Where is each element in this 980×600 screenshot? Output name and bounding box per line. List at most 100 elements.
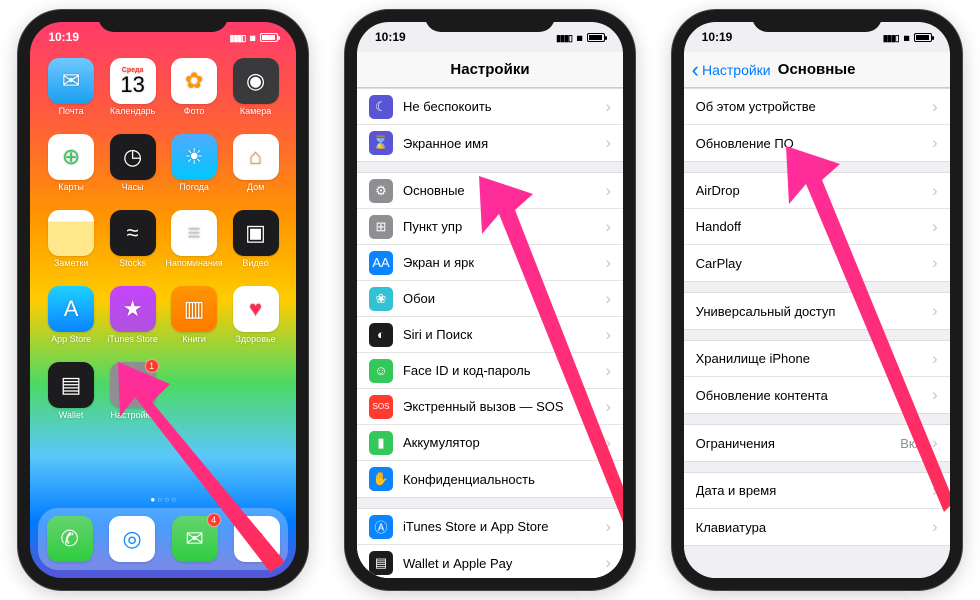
settings-row[interactable]: SOSЭкстренный вызов — SOS›: [357, 389, 623, 425]
chevron-right-icon: ›: [932, 133, 938, 153]
settings-row[interactable]: Обновление ПО›: [684, 125, 950, 161]
signal-icon: [230, 30, 246, 44]
row-icon: ⚙: [369, 179, 393, 203]
settings-row[interactable]: Handoff›: [684, 209, 950, 245]
chevron-right-icon: ›: [932, 97, 938, 117]
row-label: Не беспокоить: [403, 99, 605, 114]
notch: [425, 10, 555, 32]
app-дом[interactable]: ⌂ Дом: [225, 134, 287, 206]
chevron-right-icon: ›: [932, 433, 938, 453]
app-часы[interactable]: ◷Часы: [102, 134, 164, 206]
settings-row[interactable]: Дата и время›: [684, 473, 950, 509]
dock-app-music[interactable]: ♫: [234, 516, 280, 562]
app-wallet[interactable]: ▤ Wallet: [40, 362, 102, 434]
row-label: Экстренный вызов — SOS: [403, 399, 605, 414]
settings-list: ☾ Не беспокоить › ⌛Экранное имя› ⚙Основные›⊞…: [357, 88, 623, 578]
settings-row[interactable]: AirDrop›: [684, 173, 950, 209]
nav-header: Настройки Основные: [684, 52, 950, 88]
back-button[interactable]: Настройки: [692, 62, 771, 78]
app-видео[interactable]: ▣Видео: [225, 210, 287, 282]
phone-1: 10:19 ✉ПочтаСреда13Календарь✿Фото◉Камера…: [18, 10, 308, 590]
app-icon: ▤: [48, 362, 94, 408]
status-icons: [230, 30, 279, 44]
settings-row[interactable]: Универсальный доступ›: [684, 293, 950, 329]
status-icons: [883, 30, 932, 44]
app-фото[interactable]: ✿Фото: [163, 58, 225, 130]
app-label: Часы: [122, 182, 144, 192]
app-заметки[interactable]: Заметки: [40, 210, 102, 282]
row-label: Клавиатура: [696, 520, 932, 535]
app-label: Заметки: [54, 258, 88, 268]
app-календарь[interactable]: Среда13Календарь: [102, 58, 164, 130]
app-книги[interactable]: ▥Книги: [163, 286, 225, 358]
app-погода[interactable]: ☀Погода: [163, 134, 225, 206]
app-itunes store[interactable]: ★iTunes Store: [102, 286, 164, 358]
chevron-right-icon: ›: [932, 481, 938, 501]
row-icon: SOS: [369, 395, 393, 419]
chevron-right-icon: ›: [932, 217, 938, 237]
settings-row[interactable]: ◐Siri и Поиск›: [357, 317, 623, 353]
chevron-right-icon: ›: [605, 553, 611, 573]
app-настройки[interactable]: ⚙1Настройки: [102, 362, 164, 434]
row-label: CarPlay: [696, 256, 932, 271]
badge: 1: [145, 359, 159, 373]
settings-row[interactable]: ⊞Пункт упр›: [357, 209, 623, 245]
chevron-right-icon: ›: [932, 517, 938, 537]
settings-row[interactable]: ⚙Основные›: [357, 173, 623, 209]
dock-app-safari[interactable]: ◎: [109, 516, 155, 562]
row-icon: ▤: [369, 551, 393, 575]
row-value: Вкл.: [900, 436, 926, 451]
settings-row[interactable]: Хранилище iPhone›: [684, 341, 950, 377]
app-label: App Store: [51, 334, 91, 344]
chevron-right-icon: ›: [605, 253, 611, 273]
app-label: Камера: [240, 106, 271, 116]
app-карты[interactable]: ⊕Карты: [40, 134, 102, 206]
row-label: Обновление ПО: [696, 136, 932, 151]
chevron-right-icon: ›: [605, 181, 611, 201]
settings-row[interactable]: Клавиатура›: [684, 509, 950, 545]
app-stocks[interactable]: ≈Stocks: [102, 210, 164, 282]
row-label: AirDrop: [696, 183, 932, 198]
app-здоровье[interactable]: ♥Здоровье: [225, 286, 287, 358]
row-icon: AA: [369, 251, 393, 275]
row-label: Дата и время: [696, 483, 932, 498]
row-label: Обновление контента: [696, 388, 932, 403]
settings-row[interactable]: ▤Wallet и Apple Pay›: [357, 545, 623, 578]
settings-row[interactable]: Об этом устройстве›: [684, 89, 950, 125]
settings-row[interactable]: ▮Аккумулятор›: [357, 425, 623, 461]
app-label: Дом: [247, 182, 264, 192]
row-icon: ☾: [369, 95, 393, 119]
app-label: Погода: [179, 182, 209, 192]
app-icon: ≈: [110, 210, 156, 256]
settings-row[interactable]: ⌛Экранное имя›: [357, 125, 623, 161]
status-icons: [556, 30, 605, 44]
app-icon: ◉: [233, 58, 279, 104]
settings-row[interactable]: ❀Обои›: [357, 281, 623, 317]
chevron-right-icon: ›: [605, 289, 611, 309]
row-icon: ✋: [369, 467, 393, 491]
app-app store[interactable]: AApp Store: [40, 286, 102, 358]
settings-row[interactable]: ✋Конфиденциальность›: [357, 461, 623, 497]
app-камера[interactable]: ◉ Камера: [225, 58, 287, 130]
app-напоминания[interactable]: ≡Напоминания: [163, 210, 225, 282]
app-label: Wallet: [59, 410, 84, 420]
settings-row[interactable]: Обновление контента›: [684, 377, 950, 413]
status-time: 10:19: [375, 30, 406, 44]
app-почта[interactable]: ✉Почта: [40, 58, 102, 130]
dock-app-phone[interactable]: ✆: [47, 516, 93, 562]
settings-row[interactable]: ⒶiTunes Store и App Store›: [357, 509, 623, 545]
settings-row[interactable]: ☾Не беспокоить›: [357, 89, 623, 125]
settings-row[interactable]: CarPlay›: [684, 245, 950, 281]
app-label: Напоминания: [165, 258, 222, 268]
row-label: Обои: [403, 291, 605, 306]
dock-app-messages[interactable]: ✉4: [172, 516, 218, 562]
chevron-right-icon: ›: [605, 469, 611, 489]
settings-row[interactable]: ОграниченияВкл.›: [684, 425, 950, 461]
settings-row[interactable]: ☺Face ID и код-пароль›: [357, 353, 623, 389]
row-label: Аккумулятор: [403, 435, 605, 450]
settings-row[interactable]: AAЭкран и ярк›: [357, 245, 623, 281]
app-icon: ⌂: [233, 134, 279, 180]
app-label: Видео: [242, 258, 268, 268]
app-icon: ✉: [48, 58, 94, 104]
app-icon: ⚙1: [110, 362, 156, 408]
